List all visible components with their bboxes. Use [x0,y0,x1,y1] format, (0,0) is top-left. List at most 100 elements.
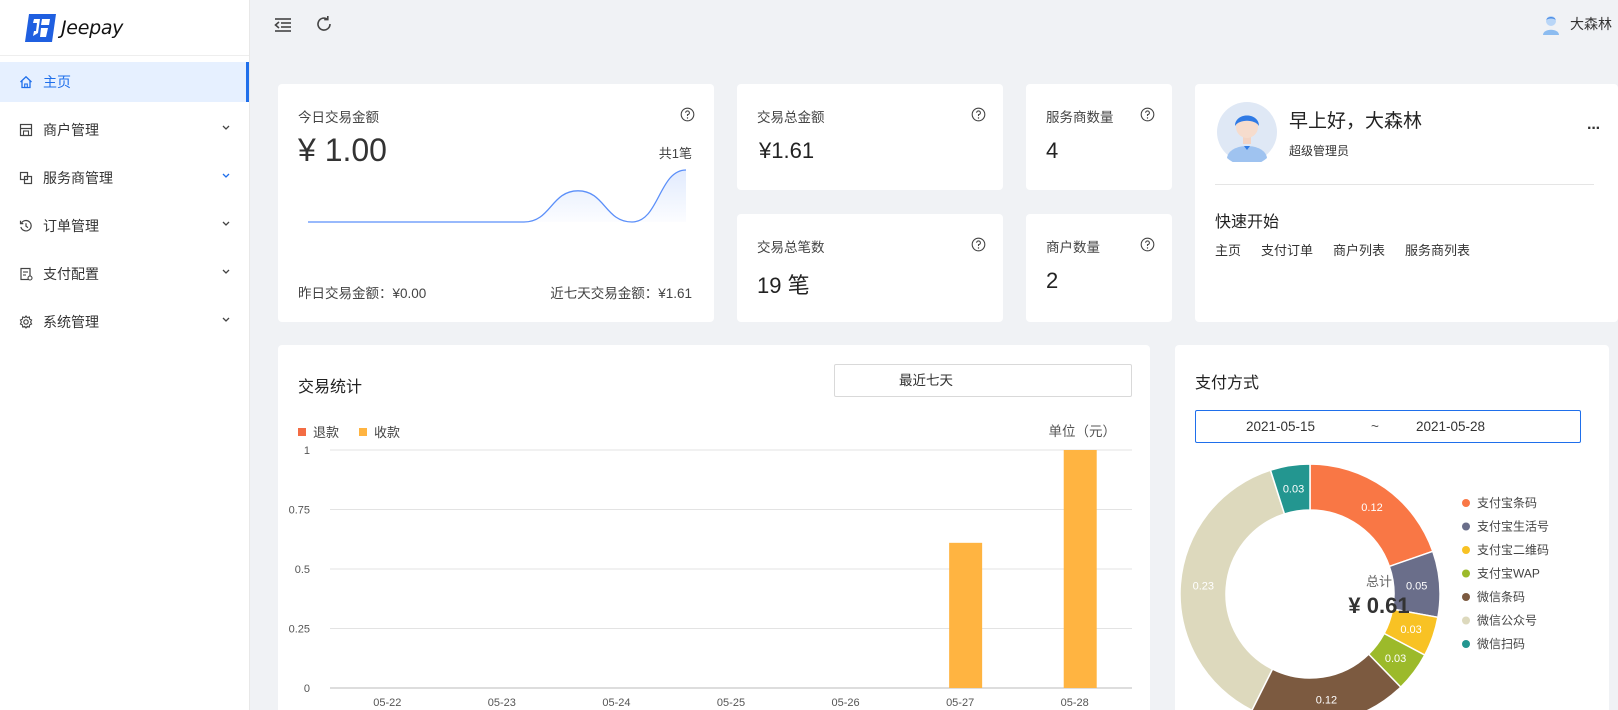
x-tick-label: 05-27 [946,697,974,709]
total-amount-card: 交易总金额 ¥1.61 [737,84,1003,190]
trade-stats-title: 交易统计 [298,379,363,396]
total-count-value: 19 笔 [757,273,810,298]
legend-label: 微信公众号 [1477,614,1537,628]
greeting: 早上好，大森林 [1289,111,1423,132]
bar-05-28 [1063,450,1097,688]
sidebar-item-label: 主页 [43,74,71,90]
welcome-card: 早上好，大森林 超级管理员 ··· 快速开始 主页 支付订单 商户列表 服务商列… [1195,84,1618,322]
sidebar-item-system[interactable]: 系统管理 [0,302,249,342]
store-icon [19,123,33,137]
service-count-card: 服务商数量 4 [1026,84,1172,190]
sidebar-item-pay-config[interactable]: 支付配置 [0,254,249,294]
bar-05-27 [949,542,983,688]
date-range-picker[interactable]: 2021-05-15 ~ 2021-05-28 [1195,410,1581,443]
sidebar-item-label: 服务商管理 [43,170,113,186]
start-date[interactable]: 2021-05-15 [1246,419,1315,434]
slice-value-label: 0.12 [1316,695,1337,707]
total-count-label: 交易总笔数 [757,240,825,255]
merchant-count-value: 2 [1046,268,1059,293]
sidebar-item-service[interactable]: 服务商管理 [0,158,249,198]
x-tick-label: 05-25 [717,697,745,709]
sidebar-item-label: 支付配置 [43,266,99,282]
x-tick-label: 05-23 [488,697,516,709]
date-separator: ~ [1371,419,1379,434]
y-tick-label: 0.5 [295,564,310,576]
today-count: 共1笔 [658,146,692,161]
menu-fold-icon[interactable] [272,14,294,36]
today-amount-card: 今日交易金额 ¥ 1.00 共1笔 昨日交易金额：¥0.00 近七天交易金额：¥… [278,84,714,322]
chevron-down-icon [222,173,230,178]
sidebar-item-home[interactable]: 主页 [0,62,249,102]
question-circle-icon[interactable] [971,107,986,122]
legend-marker [1462,593,1470,601]
slice-value-label: 0.03 [1385,653,1406,665]
legend-marker [1462,499,1470,507]
merchant-count-card: 商户数量 2 [1026,214,1172,322]
total-count-card: 交易总笔数 19 笔 [737,214,1003,322]
quick-link-service-list[interactable]: 服务商列表 [1405,240,1470,259]
chevron-down-icon [222,221,230,226]
legend-marker [1462,640,1470,648]
question-circle-icon[interactable] [1140,107,1155,122]
more-button[interactable]: ··· [1587,120,1601,138]
y-tick-label: 0 [304,683,310,695]
question-circle-icon[interactable] [680,107,695,122]
quick-links: 主页 支付订单 商户列表 服务商列表 [1215,240,1490,259]
service-count-label: 服务商数量 [1046,110,1114,125]
slice-value-label: 0.12 [1361,502,1382,514]
gear-icon [19,315,33,329]
quick-link-pay-orders[interactable]: 支付订单 [1261,240,1313,259]
merchant-count-label: 商户数量 [1046,240,1100,255]
legend-marker [1462,616,1470,625]
service-count-value: 4 [1046,138,1059,163]
slice-value-label: 0.23 [1193,581,1214,593]
legend-label: 支付宝二维码 [1477,543,1549,557]
x-tick-label: 05-24 [602,697,630,709]
end-date[interactable]: 2021-05-28 [1416,419,1485,434]
trade-bar-chart: 1 0.75 0.5 0.25 0 05-22 05-23 05-24 05-25 05-26 05… [289,445,1132,709]
copy-icon [19,171,33,185]
user-role: 超级管理员 [1289,144,1350,158]
total-amount-label: 交易总金额 [757,110,825,125]
sidebar-item-merchant[interactable]: 商户管理 [0,110,249,150]
sidebar-item-label: 系统管理 [43,314,99,330]
quick-link-home[interactable]: 主页 [1215,240,1241,259]
slice-支付宝条码 [1309,463,1434,568]
seven-day-amount: 近七天交易金额：¥1.61 [550,286,692,301]
user-menu[interactable]: 大森林 [1540,13,1612,35]
jeepay-logo-icon [25,13,56,42]
refresh-icon[interactable] [314,14,334,34]
divider [1215,184,1594,185]
sparkline-area [308,170,686,222]
avatar [1217,102,1277,162]
y-tick-label: 1 [304,445,310,457]
legend-label: 支付宝条码 [1477,496,1537,510]
avatar [1543,16,1559,35]
chevron-down-icon [222,269,230,274]
slice-value-label: 0.03 [1283,483,1304,495]
chevron-down-icon [222,317,230,322]
legend-label: 微信条码 [1477,590,1525,604]
date-range-select[interactable]: 最近七天 [834,364,1132,397]
y-tick-label: 0.25 [289,624,310,636]
quick-link-merchant-list[interactable]: 商户列表 [1333,240,1385,259]
legend-label: 支付宝WAP [1477,567,1540,581]
yesterday-amount: 昨日交易金额：¥0.00 [298,286,427,301]
x-tick-label: 05-28 [1061,697,1089,709]
trade-stats-card: 交易统计 最近七天 退款 收款 单位（元） 1 0.75 0.5 0.25 0 05-22… [278,345,1150,710]
app-name: Jeepay [61,16,124,39]
sparkline-line [308,169,686,223]
header-tools [272,14,334,36]
question-circle-icon[interactable] [1140,237,1155,252]
legend-label: 支付宝生活号 [1477,520,1549,534]
pay-method-card: 支付方式 2021-05-15 ~ 2021-05-28 0.12 0.05 0.0… [1175,345,1609,710]
today-trend-chart [308,169,686,223]
question-circle-icon[interactable] [971,237,986,252]
sidebar-item-order[interactable]: 订单管理 [0,206,249,246]
sidebar-item-label: 商户管理 [43,122,99,138]
slice-value-label: 0.03 [1400,624,1421,636]
legend-marker [1462,569,1470,578]
quick-start-title: 快速开始 [1215,214,1280,231]
logo[interactable]: Jeepay [0,0,249,56]
chevron-down-icon [222,125,230,130]
